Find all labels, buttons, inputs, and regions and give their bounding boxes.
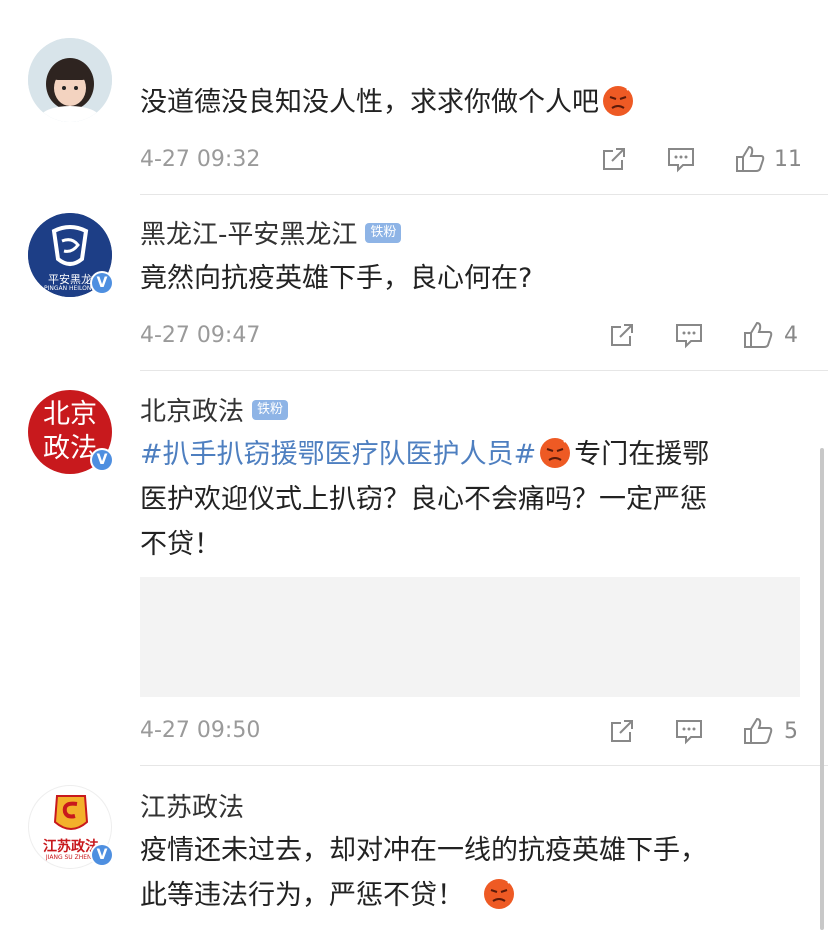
comment-text: #扒手扒窃援鄂医疗队医护人员# 专门在援鄂 医护欢迎仪式上扒窃？良心不会痛吗？一定…	[140, 432, 810, 567]
comment-button[interactable]	[674, 717, 704, 745]
timestamp: 4-27 09:47	[140, 323, 261, 348]
girl-photo-avatar	[28, 38, 112, 122]
comment-actions: 5	[608, 716, 798, 746]
comment-button[interactable]	[666, 145, 696, 173]
divider	[140, 765, 828, 766]
comment-actions: 4	[608, 320, 798, 350]
verified-badge: V	[90, 843, 114, 867]
image-placeholder[interactable]	[140, 577, 800, 697]
fan-badge: 铁粉	[252, 399, 289, 420]
verified-badge: V	[90, 271, 114, 295]
comment-text-body: 疫情还未过去，却对冲在一线的抗疫英雄下手，	[140, 835, 707, 866]
scrollbar[interactable]	[820, 448, 824, 930]
divider	[140, 370, 828, 371]
comment-icon	[676, 324, 702, 349]
comment-text-body: 医护欢迎仪式上扒窃？良心不会痛吗？一定严惩	[140, 484, 707, 515]
timestamp: 4-27 09:50	[140, 718, 261, 743]
comment-text: 竟然向抗疫英雄下手，良心何在?	[140, 263, 533, 294]
like-button[interactable]: 11	[734, 144, 802, 174]
avatar[interactable]: 江苏政法 JIANG SU ZHENG V	[28, 785, 114, 869]
comment-text: 疫情还未过去，却对冲在一线的抗疫英雄下手， 此等违法行为，严惩不贷！	[140, 828, 810, 918]
comment-text-body: 没道德没良知没人性，求求你做个人吧	[140, 87, 599, 118]
share-icon	[611, 324, 633, 346]
share-button[interactable]	[608, 321, 636, 349]
comment-text-body: 不贷！	[140, 529, 221, 560]
fan-badge: 铁粉	[365, 222, 402, 243]
like-count: 11	[774, 146, 802, 172]
comment-icon	[676, 720, 702, 745]
share-icon	[611, 720, 633, 742]
verified-icon: V	[92, 845, 112, 865]
share-icon	[603, 148, 625, 170]
comment-text-body: 此等违法行为，严惩不贷！	[140, 880, 464, 911]
name-row: 黑龙江-平安黑龙江 铁粉	[140, 214, 402, 251]
like-count: 4	[784, 322, 798, 348]
like-count: 5	[784, 718, 798, 744]
name-row: 北京政法 铁粉	[140, 391, 289, 428]
avatar[interactable]: 北京政法 V	[28, 390, 114, 474]
comment-text-body: 专门在援鄂	[574, 439, 710, 470]
user-name[interactable]: 黑龙江-平安黑龙江	[140, 214, 357, 251]
topic-link[interactable]: #扒手扒窃援鄂医疗队医护人员#	[140, 439, 536, 470]
angry-face-icon	[603, 86, 633, 116]
timestamp: 4-27 09:32	[140, 147, 261, 172]
thumbs-up-icon	[744, 717, 773, 744]
comment-icon	[668, 148, 694, 173]
comment-button[interactable]	[674, 321, 704, 349]
angry-face-icon	[484, 879, 514, 909]
avatar[interactable]: 平安黑龙 PINGAN HEILONG V	[28, 213, 114, 297]
like-button[interactable]: 5	[742, 716, 798, 746]
avatar[interactable]	[28, 38, 112, 122]
share-button[interactable]	[600, 145, 628, 173]
angry-face-icon	[540, 438, 571, 468]
user-name[interactable]: 江苏政法	[140, 787, 244, 824]
verified-badge: V	[90, 448, 114, 472]
comment-text: 没道德没良知没人性，求求你做个人吧	[140, 80, 810, 125]
verified-icon: V	[92, 450, 112, 470]
name-row: 江苏政法	[140, 787, 244, 824]
like-button[interactable]: 4	[742, 320, 798, 350]
divider	[140, 194, 828, 195]
verified-icon: V	[92, 273, 112, 293]
share-button[interactable]	[608, 717, 636, 745]
thumbs-up-icon	[744, 321, 773, 348]
thumbs-up-icon	[736, 145, 765, 172]
user-name[interactable]: 北京政法	[140, 391, 244, 428]
comment-actions: 11	[600, 144, 802, 174]
